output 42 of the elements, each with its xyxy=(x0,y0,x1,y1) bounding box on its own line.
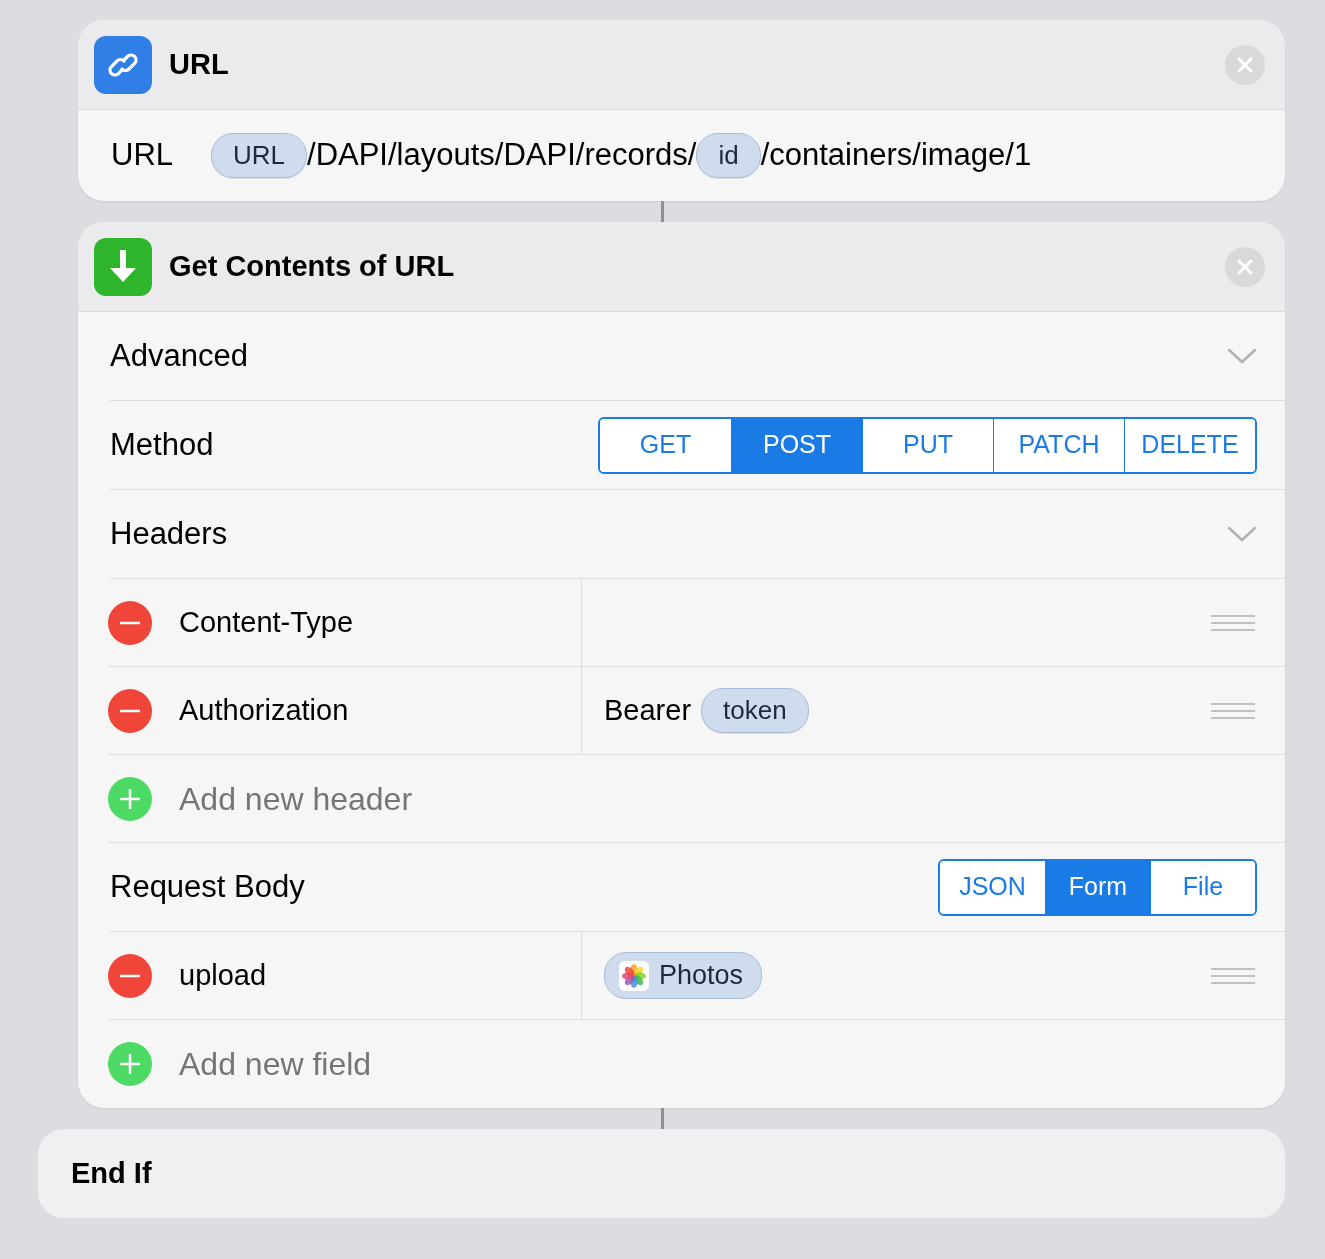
close-button[interactable] xyxy=(1225,44,1265,85)
header-value-text: Bearer xyxy=(604,692,692,728)
variable-token[interactable]: Photos xyxy=(604,952,763,999)
section-label: Headers xyxy=(110,514,228,553)
url-text: /containers/image/1 xyxy=(760,136,1032,175)
add-icon[interactable] xyxy=(108,776,152,821)
segment-tab[interactable]: JSON xyxy=(940,860,1045,914)
segment-tab[interactable]: File xyxy=(1150,860,1255,914)
segment-tab[interactable]: Form xyxy=(1045,860,1150,914)
section-label: Method xyxy=(110,425,214,464)
action-title: Get Contents of URL xyxy=(169,248,455,284)
remove-icon[interactable] xyxy=(108,600,152,645)
section-label: Request Body xyxy=(110,867,305,906)
add-field[interactable]: Add new header xyxy=(179,774,779,823)
variable-token[interactable]: token xyxy=(701,688,809,733)
segment-tab[interactable]: PUT xyxy=(862,418,993,472)
url-text: /DAPI/layouts/DAPI/records/ xyxy=(307,136,697,175)
action-title: URL xyxy=(169,46,229,82)
segment-tab[interactable]: POST xyxy=(731,418,862,472)
drag-handle-icon[interactable] xyxy=(1211,966,1255,985)
variable-token[interactable]: id xyxy=(696,133,761,178)
chevron-down-icon xyxy=(1227,348,1257,364)
section-label: Advanced xyxy=(110,336,248,375)
segment-tab[interactable]: PATCH xyxy=(993,418,1124,472)
flower-icon xyxy=(619,960,649,991)
add-field[interactable]: Add new field xyxy=(179,1040,779,1088)
variable-token[interactable]: URL xyxy=(211,133,307,178)
remove-icon[interactable] xyxy=(108,688,152,733)
header-key: Content-Type xyxy=(179,600,354,645)
chevron-down-icon xyxy=(1227,526,1257,542)
segment-tab[interactable]: GET xyxy=(600,418,731,472)
body-field-key: upload xyxy=(179,953,267,998)
download-arrow-icon xyxy=(107,249,139,284)
field-label: URL xyxy=(111,136,174,175)
remove-icon[interactable] xyxy=(108,953,152,998)
close-button[interactable] xyxy=(1225,246,1265,287)
segment-tab[interactable]: DELETE xyxy=(1124,418,1255,472)
drag-handle-icon[interactable] xyxy=(1211,613,1255,632)
action-title: End If xyxy=(71,1155,152,1191)
drag-handle-icon[interactable] xyxy=(1211,701,1255,720)
header-key: Authorization xyxy=(179,688,349,733)
add-icon[interactable] xyxy=(108,1042,152,1086)
